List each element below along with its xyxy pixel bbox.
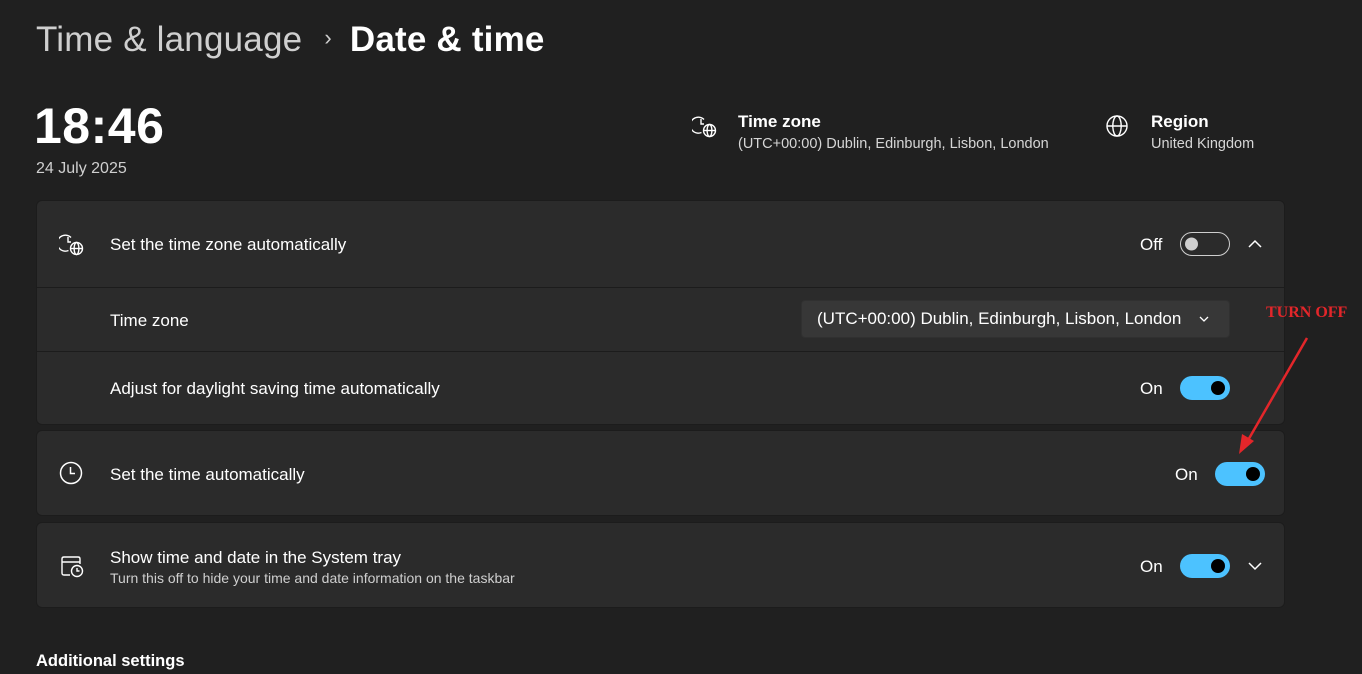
clock-globe-icon (59, 234, 84, 256)
calendar-clock-icon (61, 556, 84, 578)
clock-globe-icon (692, 116, 717, 138)
timezone-select-label: Time zone (110, 311, 189, 330)
additional-settings-heading: Additional settings (36, 652, 185, 670)
clock-icon (59, 461, 83, 485)
toggle-knob (1185, 237, 1198, 251)
timezone-select-row: Time zone (UTC+00:00) Dublin, Edinburgh,… (37, 288, 1284, 351)
toggle-knob (1246, 467, 1260, 481)
timezone-dropdown-value: (UTC+00:00) Dublin, Edinburgh, Lisbon, L… (817, 309, 1182, 328)
timezone-summary-value: (UTC+00:00) Dublin, Edinburgh, Lisbon, L… (738, 136, 1049, 152)
auto-timezone-state: Off (1140, 235, 1163, 254)
timezone-dropdown[interactable]: (UTC+00:00) Dublin, Edinburgh, Lisbon, L… (801, 300, 1230, 338)
auto-time-state: On (1175, 465, 1198, 484)
annotation-arrow-icon (1239, 337, 1309, 454)
timezone-settings-card: Set the time zone automatically Off Time… (36, 200, 1285, 425)
systray-row[interactable]: Show time and date in the System tray Tu… (37, 523, 1284, 609)
current-date: 24 July 2025 (36, 160, 127, 177)
page-title: Date & time (349, 20, 545, 59)
systray-description: Turn this off to hide your time and date… (110, 570, 515, 586)
toggle-knob (1211, 381, 1225, 395)
timezone-summary-title: Time zone (738, 112, 821, 131)
dst-label: Adjust for daylight saving time automati… (110, 379, 440, 398)
timezone-summary: Time zone (UTC+00:00) Dublin, Edinburgh,… (692, 111, 1049, 155)
auto-time-row[interactable]: Set the time automatically On (37, 431, 1284, 517)
auto-time-toggle[interactable] (1215, 462, 1265, 486)
current-time: 18:46 (34, 98, 165, 154)
systray-labels: Show time and date in the System tray Tu… (110, 547, 515, 587)
globe-icon (1106, 115, 1128, 137)
auto-time-card: Set the time automatically On (36, 430, 1285, 516)
auto-timezone-toggle[interactable] (1180, 232, 1230, 256)
breadcrumb-chevron-icon: › (324, 25, 332, 50)
systray-state: On (1140, 557, 1163, 576)
date-time-settings-page: Time & language › Date & time 18:46 24 J… (0, 0, 1362, 674)
breadcrumb: Time & language › Date & time (36, 18, 545, 62)
region-summary-value: United Kingdom (1151, 136, 1255, 152)
dst-toggle[interactable] (1180, 376, 1230, 400)
systray-card: Show time and date in the System tray Tu… (36, 522, 1285, 608)
dst-state: On (1140, 379, 1163, 398)
chevron-down-icon (1199, 316, 1209, 322)
breadcrumb-time-language[interactable]: Time & language (36, 18, 302, 62)
chevron-down-icon[interactable] (1246, 557, 1264, 575)
toggle-knob (1211, 559, 1225, 573)
systray-label: Show time and date in the System tray (110, 548, 402, 567)
auto-timezone-label: Set the time zone automatically (110, 235, 347, 254)
dst-row[interactable]: Adjust for daylight saving time automati… (37, 352, 1284, 426)
auto-timezone-row[interactable]: Set the time zone automatically Off (37, 201, 1284, 287)
chevron-up-icon[interactable] (1246, 235, 1264, 253)
systray-toggle[interactable] (1180, 554, 1230, 578)
auto-time-label: Set the time automatically (110, 465, 305, 484)
region-summary-title: Region (1151, 112, 1209, 131)
annotation-label: TURN OFF (1266, 304, 1348, 321)
region-summary: Region United Kingdom (1105, 111, 1254, 155)
